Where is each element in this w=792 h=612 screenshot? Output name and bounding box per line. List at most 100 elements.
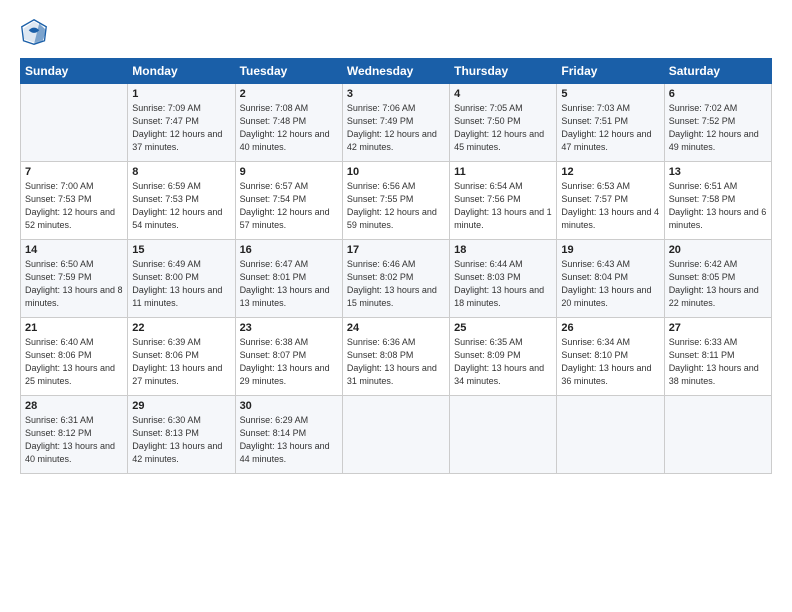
day-info: Sunrise: 7:00 AMSunset: 7:53 PMDaylight:… bbox=[25, 180, 123, 232]
day-number: 9 bbox=[240, 166, 338, 178]
calendar-cell bbox=[450, 396, 557, 474]
day-number: 8 bbox=[132, 166, 230, 178]
column-header-thursday: Thursday bbox=[450, 59, 557, 84]
calendar-cell: 6 Sunrise: 7:02 AMSunset: 7:52 PMDaylight… bbox=[664, 84, 771, 162]
calendar-cell: 27 Sunrise: 6:33 AMSunset: 8:11 PMDayligh… bbox=[664, 318, 771, 396]
calendar-cell bbox=[21, 84, 128, 162]
calendar-cell: 28Sunrise: 6:31 AMSunset: 8:12 PMDayligh… bbox=[21, 396, 128, 474]
day-number: 27 bbox=[669, 322, 767, 334]
day-number: 16 bbox=[240, 244, 338, 256]
day-info: Sunrise: 6:49 AMSunset: 8:00 PMDaylight:… bbox=[132, 258, 230, 310]
day-info: Sunrise: 7:09 AMSunset: 7:47 PMDaylight:… bbox=[132, 102, 230, 154]
day-number: 17 bbox=[347, 244, 445, 256]
calendar-cell: 3 Sunrise: 7:06 AMSunset: 7:49 PMDaylight… bbox=[342, 84, 449, 162]
column-header-friday: Friday bbox=[557, 59, 664, 84]
calendar-cell bbox=[557, 396, 664, 474]
day-info: Sunrise: 6:33 AMSunset: 8:11 PMDaylight:… bbox=[669, 336, 767, 388]
calendar-cell: 22 Sunrise: 6:39 AMSunset: 8:06 PMDayligh… bbox=[128, 318, 235, 396]
calendar-cell: 26 Sunrise: 6:34 AMSunset: 8:10 PMDayligh… bbox=[557, 318, 664, 396]
calendar-cell: 7 Sunrise: 7:00 AMSunset: 7:53 PMDaylight… bbox=[21, 162, 128, 240]
calendar-cell: 5 Sunrise: 7:03 AMSunset: 7:51 PMDaylight… bbox=[557, 84, 664, 162]
calendar-cell: 15 Sunrise: 6:49 AMSunset: 8:00 PMDayligh… bbox=[128, 240, 235, 318]
day-info: Sunrise: 6:43 AMSunset: 8:04 PMDaylight:… bbox=[561, 258, 659, 310]
day-info: Sunrise: 6:47 AMSunset: 8:01 PMDaylight:… bbox=[240, 258, 338, 310]
calendar-cell: 2 Sunrise: 7:08 AMSunset: 7:48 PMDaylight… bbox=[235, 84, 342, 162]
day-info: Sunrise: 6:35 AMSunset: 8:09 PMDaylight:… bbox=[454, 336, 552, 388]
calendar-cell: 25 Sunrise: 6:35 AMSunset: 8:09 PMDayligh… bbox=[450, 318, 557, 396]
calendar-cell: 10 Sunrise: 6:56 AMSunset: 7:55 PMDayligh… bbox=[342, 162, 449, 240]
day-number: 25 bbox=[454, 322, 552, 334]
day-number: 5 bbox=[561, 88, 659, 100]
day-number: 15 bbox=[132, 244, 230, 256]
calendar-cell: 18Sunrise: 6:44 AMSunset: 8:03 PMDayligh… bbox=[450, 240, 557, 318]
week-row-1: 1 Sunrise: 7:09 AMSunset: 7:47 PMDaylight… bbox=[21, 84, 772, 162]
calendar-cell: 1 Sunrise: 7:09 AMSunset: 7:47 PMDaylight… bbox=[128, 84, 235, 162]
week-row-3: 14 Sunrise: 6:50 AMSunset: 7:59 PMDayligh… bbox=[21, 240, 772, 318]
calendar-cell: 14 Sunrise: 6:50 AMSunset: 7:59 PMDayligh… bbox=[21, 240, 128, 318]
column-header-tuesday: Tuesday bbox=[235, 59, 342, 84]
day-info: Sunrise: 6:34 AMSunset: 8:10 PMDaylight:… bbox=[561, 336, 659, 388]
day-number: 11 bbox=[454, 166, 552, 178]
day-number: 10 bbox=[347, 166, 445, 178]
day-number: 14 bbox=[25, 244, 123, 256]
calendar-cell: 9 Sunrise: 6:57 AMSunset: 7:54 PMDaylight… bbox=[235, 162, 342, 240]
day-number: 29 bbox=[132, 400, 230, 412]
week-row-2: 7 Sunrise: 7:00 AMSunset: 7:53 PMDaylight… bbox=[21, 162, 772, 240]
page-header bbox=[20, 18, 772, 46]
calendar-cell: 30Sunrise: 6:29 AMSunset: 8:14 PMDayligh… bbox=[235, 396, 342, 474]
day-number: 19 bbox=[561, 244, 659, 256]
column-header-wednesday: Wednesday bbox=[342, 59, 449, 84]
day-number: 7 bbox=[25, 166, 123, 178]
day-number: 13 bbox=[669, 166, 767, 178]
day-number: 4 bbox=[454, 88, 552, 100]
day-number: 24 bbox=[347, 322, 445, 334]
day-number: 18 bbox=[454, 244, 552, 256]
day-info: Sunrise: 6:46 AMSunset: 8:02 PMDaylight:… bbox=[347, 258, 445, 310]
logo bbox=[20, 18, 52, 46]
day-number: 3 bbox=[347, 88, 445, 100]
day-info: Sunrise: 6:57 AMSunset: 7:54 PMDaylight:… bbox=[240, 180, 338, 232]
day-info: Sunrise: 6:40 AMSunset: 8:06 PMDaylight:… bbox=[25, 336, 123, 388]
calendar-cell: 4Sunrise: 7:05 AMSunset: 7:50 PMDaylight… bbox=[450, 84, 557, 162]
day-info: Sunrise: 6:50 AMSunset: 7:59 PMDaylight:… bbox=[25, 258, 123, 310]
calendar-cell bbox=[342, 396, 449, 474]
day-info: Sunrise: 6:38 AMSunset: 8:07 PMDaylight:… bbox=[240, 336, 338, 388]
day-number: 26 bbox=[561, 322, 659, 334]
day-info: Sunrise: 6:39 AMSunset: 8:06 PMDaylight:… bbox=[132, 336, 230, 388]
calendar-header-row: SundayMondayTuesdayWednesdayThursdayFrid… bbox=[21, 59, 772, 84]
day-number: 21 bbox=[25, 322, 123, 334]
day-number: 2 bbox=[240, 88, 338, 100]
day-info: Sunrise: 7:06 AMSunset: 7:49 PMDaylight:… bbox=[347, 102, 445, 154]
calendar-cell: 20 Sunrise: 6:42 AMSunset: 8:05 PMDayligh… bbox=[664, 240, 771, 318]
calendar-cell: 17 Sunrise: 6:46 AMSunset: 8:02 PMDayligh… bbox=[342, 240, 449, 318]
calendar-cell: 21 Sunrise: 6:40 AMSunset: 8:06 PMDayligh… bbox=[21, 318, 128, 396]
calendar-table: SundayMondayTuesdayWednesdayThursdayFrid… bbox=[20, 58, 772, 474]
day-info: Sunrise: 6:59 AMSunset: 7:53 PMDaylight:… bbox=[132, 180, 230, 232]
day-info: Sunrise: 6:51 AMSunset: 7:58 PMDaylight:… bbox=[669, 180, 767, 232]
day-info: Sunrise: 6:54 AMSunset: 7:56 PMDaylight:… bbox=[454, 180, 552, 232]
calendar-cell: 23 Sunrise: 6:38 AMSunset: 8:07 PMDayligh… bbox=[235, 318, 342, 396]
day-info: Sunrise: 6:36 AMSunset: 8:08 PMDaylight:… bbox=[347, 336, 445, 388]
week-row-4: 21 Sunrise: 6:40 AMSunset: 8:06 PMDayligh… bbox=[21, 318, 772, 396]
day-number: 22 bbox=[132, 322, 230, 334]
calendar-cell: 8 Sunrise: 6:59 AMSunset: 7:53 PMDaylight… bbox=[128, 162, 235, 240]
column-header-saturday: Saturday bbox=[664, 59, 771, 84]
day-info: Sunrise: 6:53 AMSunset: 7:57 PMDaylight:… bbox=[561, 180, 659, 232]
day-info: Sunrise: 6:56 AMSunset: 7:55 PMDaylight:… bbox=[347, 180, 445, 232]
calendar-cell: 29Sunrise: 6:30 AMSunset: 8:13 PMDayligh… bbox=[128, 396, 235, 474]
day-number: 6 bbox=[669, 88, 767, 100]
day-info: Sunrise: 6:42 AMSunset: 8:05 PMDaylight:… bbox=[669, 258, 767, 310]
column-header-sunday: Sunday bbox=[21, 59, 128, 84]
day-number: 12 bbox=[561, 166, 659, 178]
day-number: 23 bbox=[240, 322, 338, 334]
day-info: Sunrise: 7:03 AMSunset: 7:51 PMDaylight:… bbox=[561, 102, 659, 154]
calendar-cell: 12 Sunrise: 6:53 AMSunset: 7:57 PMDayligh… bbox=[557, 162, 664, 240]
calendar-cell: 24 Sunrise: 6:36 AMSunset: 8:08 PMDayligh… bbox=[342, 318, 449, 396]
day-number: 20 bbox=[669, 244, 767, 256]
day-number: 30 bbox=[240, 400, 338, 412]
day-info: Sunrise: 7:02 AMSunset: 7:52 PMDaylight:… bbox=[669, 102, 767, 154]
day-info: Sunrise: 7:08 AMSunset: 7:48 PMDaylight:… bbox=[240, 102, 338, 154]
calendar-cell bbox=[664, 396, 771, 474]
calendar-cell: 11 Sunrise: 6:54 AMSunset: 7:56 PMDayligh… bbox=[450, 162, 557, 240]
day-number: 1 bbox=[132, 88, 230, 100]
